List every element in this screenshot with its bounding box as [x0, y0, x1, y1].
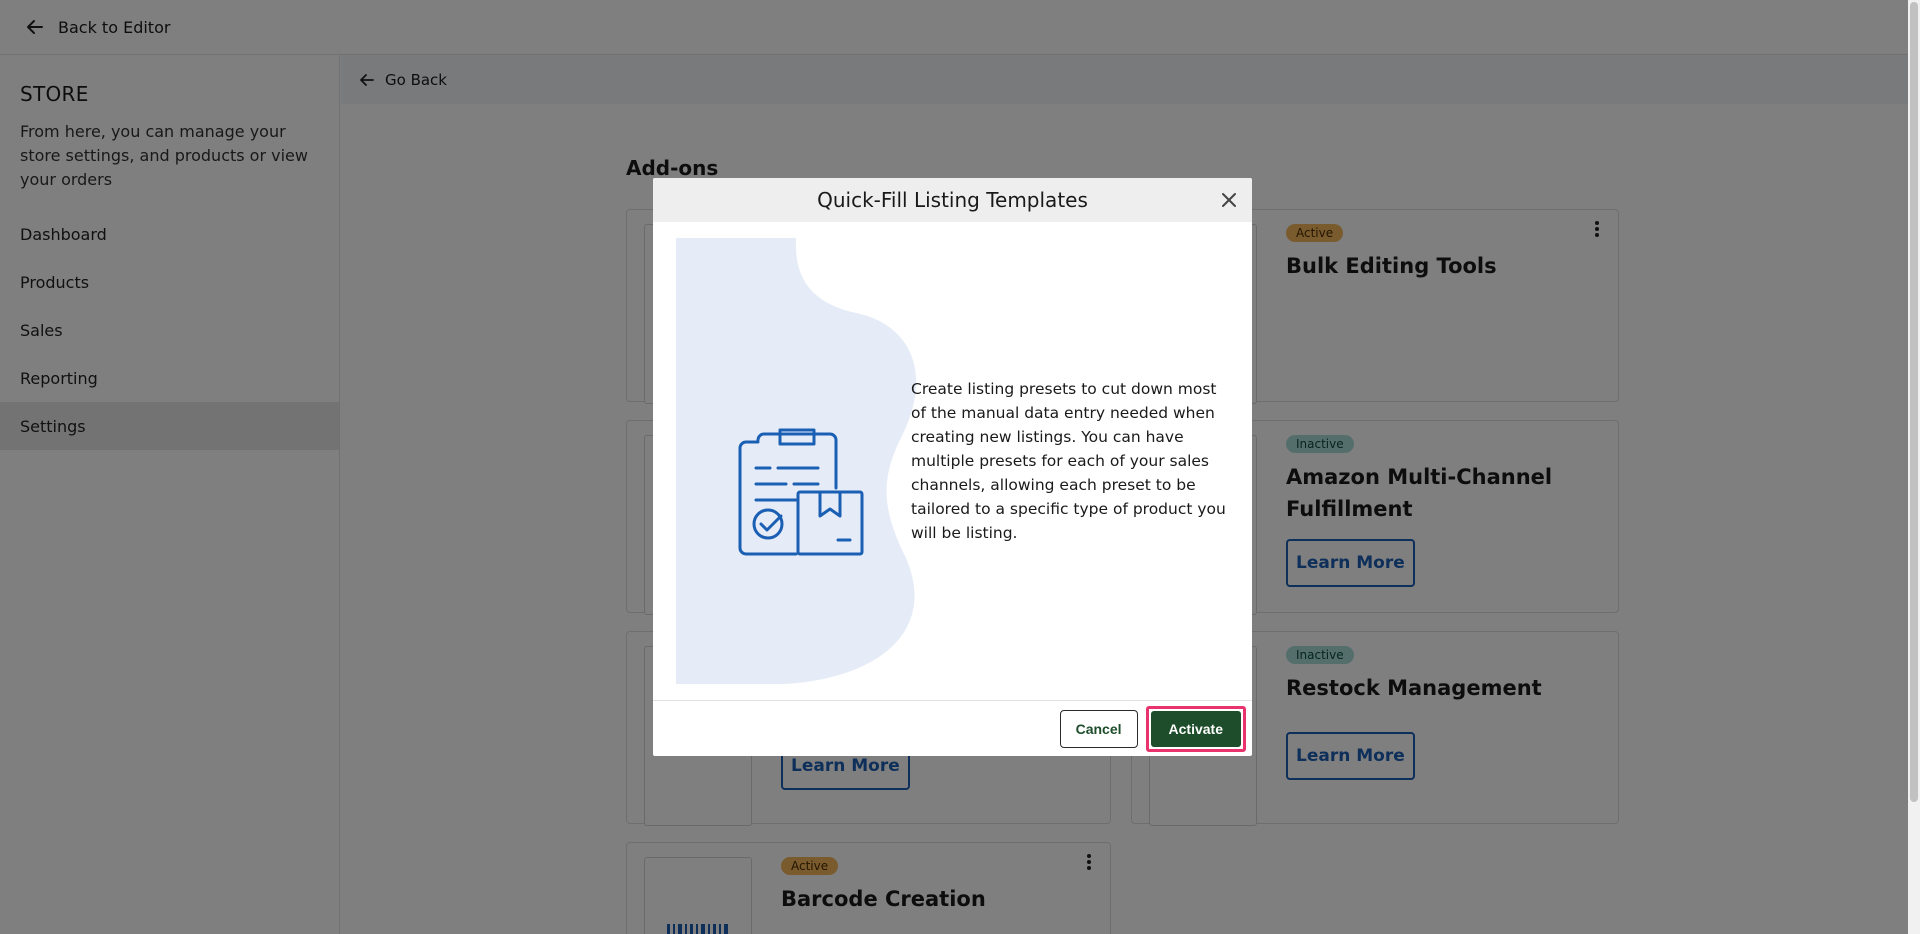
clipboard-package-icon	[738, 428, 864, 556]
addon-modal: Quick-Fill Listing Templates Create list…	[653, 178, 1252, 756]
modal-description: Create listing presets to cut down most …	[911, 380, 1226, 542]
modal-body: Create listing presets to cut down most …	[653, 222, 1252, 700]
modal-title: Quick-Fill Listing Templates	[817, 188, 1088, 212]
page-scrollbar[interactable]	[1908, 0, 1920, 934]
activate-button[interactable]: Activate	[1150, 710, 1241, 747]
cancel-button[interactable]: Cancel	[1059, 709, 1138, 748]
modal-footer: Cancel Activate	[653, 700, 1252, 756]
close-icon[interactable]	[1218, 189, 1240, 211]
modal-header: Quick-Fill Listing Templates	[653, 178, 1252, 222]
activate-highlight: Activate	[1145, 705, 1246, 752]
